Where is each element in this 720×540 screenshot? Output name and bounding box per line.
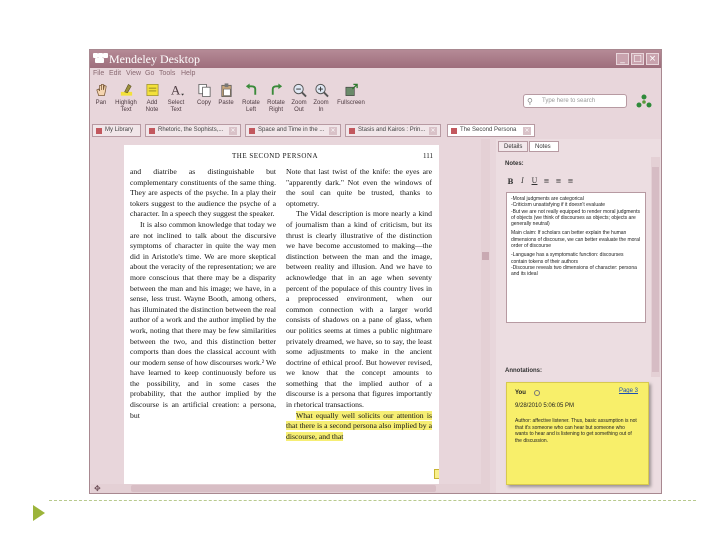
pan-button[interactable]: Pan	[93, 82, 109, 107]
side-panel: Details Notes Notes: B I U ≡ ≡ ≡ -Moral …	[496, 139, 661, 493]
annotation-sticky-note[interactable]: You Page 3 9/28/2010 5:06:05 PM Author: …	[506, 382, 649, 485]
note-icon	[146, 84, 158, 96]
format-toolbar: B I U ≡ ≡ ≡	[506, 177, 645, 189]
minimize-button[interactable]: _	[616, 53, 629, 65]
paragraph: It is also common knowledge that today w…	[130, 219, 276, 420]
menu-bar: File Edit View Go Tools Help	[90, 69, 661, 81]
running-title: THE SECOND PERSONA	[232, 152, 319, 160]
close-button[interactable]: ×	[646, 53, 659, 65]
title-bar: Mendeley Desktop _ □ ×	[90, 50, 661, 68]
window-title: Mendeley Desktop	[109, 52, 200, 66]
menu-view[interactable]: View	[126, 70, 141, 77]
search-icon: ⚲	[527, 97, 533, 106]
close-tab-icon[interactable]: ×	[329, 127, 337, 135]
tab-bar: My Library Rhetoric, the Sophists,... × …	[90, 122, 661, 138]
highlighted-text[interactable]: What equally well solicits our attention…	[286, 410, 432, 441]
zoom-in-button[interactable]: Zoom In	[312, 82, 330, 114]
tab-notes[interactable]: Notes	[529, 141, 559, 152]
library-icon	[96, 128, 102, 134]
tab-rhetoric-sophists[interactable]: Rhetoric, the Sophists,... ×	[145, 124, 241, 137]
pdf-icon	[249, 128, 255, 134]
align-right-button[interactable]: ≡	[566, 177, 575, 185]
align-left-button[interactable]: ≡	[542, 177, 551, 185]
align-center-button[interactable]: ≡	[554, 177, 563, 185]
left-column[interactable]: and diatribe as distinguishable but comp…	[130, 167, 276, 421]
hand-icon	[95, 84, 107, 96]
slide: Mendeley Desktop _ □ × File Edit View Go…	[0, 0, 720, 540]
menu-tools[interactable]: Tools	[159, 70, 175, 77]
side-panel-scrollbar[interactable]	[651, 157, 660, 377]
maximize-button[interactable]: □	[631, 53, 644, 65]
sync-icon[interactable]	[635, 93, 653, 111]
rotate-left-button[interactable]: Rotate Left	[240, 82, 262, 114]
svg-text:A: A	[170, 83, 180, 98]
italic-button[interactable]: I	[518, 177, 527, 185]
annotation-author: You	[515, 390, 526, 396]
add-note-button[interactable]: Add Note	[143, 82, 161, 114]
search-input[interactable]: ⚲ Type here to search	[523, 94, 627, 108]
mendeley-logo-icon	[93, 53, 108, 64]
tab-space-and-time[interactable]: Space and Time in the ... ×	[245, 124, 341, 137]
pdf-page[interactable]: THE SECOND PERSONA 111 and diatribe as d…	[124, 145, 439, 485]
notes-label: Notes:	[505, 161, 524, 167]
page-number: 111	[423, 152, 433, 160]
menu-edit[interactable]: Edit	[109, 70, 121, 77]
fullscreen-button[interactable]: Fullscreen	[334, 82, 368, 107]
tab-second-persona[interactable]: The Second Persona ×	[447, 124, 535, 137]
pdf-icon	[451, 128, 457, 134]
annotation-text[interactable]: Author: affective listener. Thus, basic …	[515, 418, 639, 444]
bold-button[interactable]: B	[506, 177, 515, 186]
zoom-out-icon	[292, 83, 307, 98]
document-horizontal-scrollbar[interactable]: ✥	[91, 484, 483, 493]
copy-icon	[198, 84, 210, 97]
paragraph: Note that last twist of the knife: the e…	[286, 167, 432, 208]
scrollbar-thumb[interactable]	[131, 485, 436, 492]
annotations-label: Annotations:	[505, 368, 542, 374]
menu-file[interactable]: File	[93, 70, 104, 77]
user-status-icon	[534, 390, 540, 396]
paragraph: The Vidal description is more nearly a k…	[286, 209, 432, 410]
annotation-page-link[interactable]: Page 3	[619, 388, 638, 395]
slide-divider-line	[49, 500, 696, 501]
paste-icon	[220, 83, 232, 97]
close-tab-icon[interactable]: ×	[523, 127, 531, 135]
tab-stasis-and-kairos[interactable]: Stasis and Kairos : Prin... ×	[345, 124, 441, 137]
copy-button[interactable]: Copy	[195, 82, 213, 107]
scrollbar-thumb[interactable]	[482, 252, 489, 260]
tab-details[interactable]: Details	[498, 141, 528, 152]
slide-bullet-arrow-icon	[33, 505, 45, 521]
highlighter-icon	[120, 83, 132, 96]
rotate-left-icon	[245, 83, 256, 95]
note-paragraph: Main claim: If scholars can better expla…	[511, 230, 640, 250]
annotation-timestamp: 9/28/2010 5:06:05 PM	[515, 403, 575, 409]
fullscreen-icon	[345, 83, 358, 96]
pdf-viewer[interactable]: THE SECOND PERSONA 111 and diatribe as d…	[91, 139, 495, 493]
paragraph: and diatribe as distinguishable but comp…	[130, 167, 276, 219]
close-tab-icon[interactable]: ×	[429, 127, 437, 135]
rotate-right-icon	[271, 83, 282, 95]
zoom-out-button[interactable]: Zoom Out	[290, 82, 308, 114]
text-select-icon: A	[170, 83, 184, 98]
menu-go[interactable]: Go	[145, 70, 154, 77]
mendeley-window: Mendeley Desktop _ □ × File Edit View Go…	[89, 49, 662, 494]
pdf-icon	[349, 128, 355, 134]
document-vertical-scrollbar[interactable]	[481, 139, 490, 493]
paste-button[interactable]: Paste	[217, 82, 235, 107]
note-marker-icon[interactable]	[434, 469, 439, 479]
select-text-button[interactable]: A Select Text	[165, 82, 187, 114]
note-paragraph: -Language has a symptomatic function: di…	[511, 252, 637, 278]
right-column[interactable]: Note that last twist of the knife: the e…	[286, 167, 432, 442]
highlight-text-button[interactable]: Highligh Text	[113, 82, 139, 114]
zoom-in-icon	[314, 83, 329, 98]
menu-help[interactable]: Help	[181, 70, 195, 77]
underline-button[interactable]: U	[530, 177, 539, 185]
pdf-icon	[149, 128, 155, 134]
rotate-right-button[interactable]: Rotate Right	[265, 82, 287, 114]
scrollbar-thumb[interactable]	[652, 167, 659, 372]
move-icon[interactable]: ✥	[94, 484, 101, 493]
note-paragraph: -Moral judgments are categorical -Critic…	[511, 196, 640, 228]
notes-editor[interactable]: -Moral judgments are categorical -Critic…	[506, 192, 646, 323]
tab-my-library[interactable]: My Library	[92, 124, 141, 137]
close-tab-icon[interactable]: ×	[229, 127, 237, 135]
